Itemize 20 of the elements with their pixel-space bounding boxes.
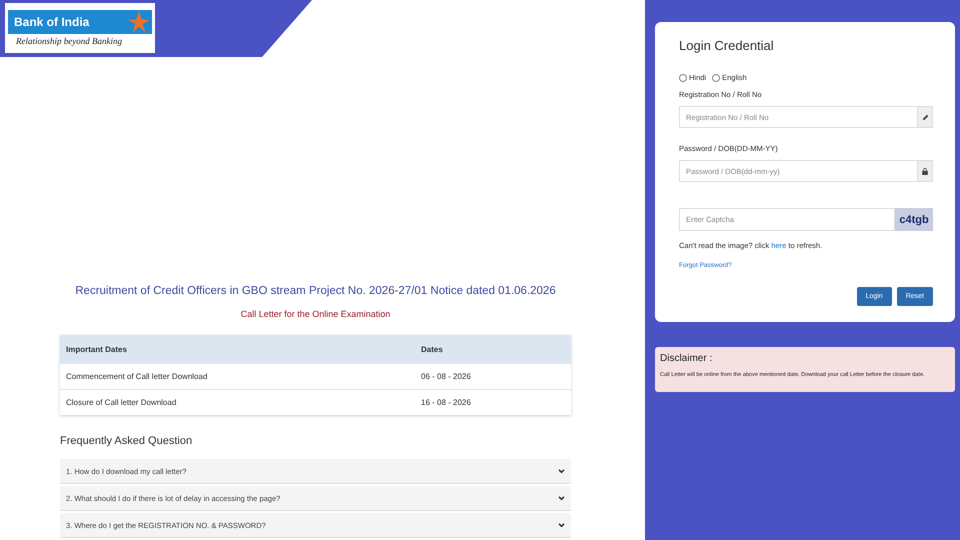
table-cell-text: 16 - 08 - 2026 bbox=[421, 398, 472, 407]
logo-tagline: Relationship beyond Banking bbox=[15, 36, 123, 46]
chevron-icon bbox=[558, 468, 565, 474]
lock-icon bbox=[922, 168, 928, 174]
table-cell-text: Closure of Call letter Download bbox=[66, 398, 178, 407]
logo-name: Bank of India bbox=[14, 15, 90, 29]
login-title: Login Credential bbox=[679, 38, 775, 53]
column-header: Dates bbox=[421, 345, 444, 354]
faq-title: Frequently Asked Question bbox=[60, 435, 194, 447]
chevron-icon bbox=[558, 522, 565, 528]
table-cell-text: Commencement of Call letter Download bbox=[66, 372, 208, 381]
table-cell-text: 06 - 08 - 2026 bbox=[421, 372, 472, 381]
disclaimer-title: Disclaimer : bbox=[660, 353, 714, 364]
notice-title: Recruitment of Credit Officers in GBO stream Project No. 2026-27/01 Notice dated 01.06.2026 bbox=[74, 285, 557, 297]
notice-subtitle: Call Letter for the Online Examination bbox=[240, 309, 392, 319]
column-header: Important Dates bbox=[66, 345, 128, 354]
chevron-icon bbox=[558, 496, 565, 500]
pencil-icon bbox=[922, 114, 928, 120]
captcha-image: c4tgb bbox=[895, 208, 933, 231]
star-icon bbox=[128, 11, 150, 33]
